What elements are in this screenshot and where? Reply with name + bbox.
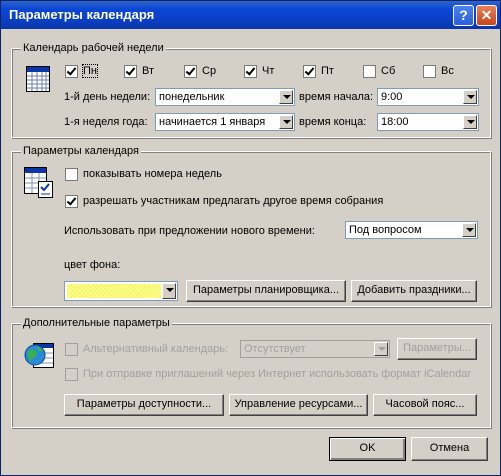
advanced-options-legend: Дополнительные параметры	[21, 317, 172, 329]
calendar-options-group: Параметры календаря показывать номера не…	[11, 145, 491, 307]
start-time-value: 9:00	[381, 91, 403, 103]
work-week-legend: Календарь рабочей недели	[21, 42, 166, 54]
end-time-select[interactable]: 18:00	[377, 113, 479, 131]
first-week-label: 1-я неделя года:	[64, 116, 148, 128]
scheduler-options-button[interactable]: Параметры планировщика...	[186, 280, 346, 302]
chevron-down-icon	[463, 115, 477, 129]
allow-propose-checkbox[interactable]	[65, 195, 78, 208]
first-day-label: 1-й день недели:	[64, 91, 151, 103]
first-week-value: начинается 1 января	[159, 116, 266, 128]
window-title: Параметры календаря	[9, 7, 155, 22]
day-checkbox-tue[interactable]	[124, 65, 137, 78]
calendar-options-dialog: Параметры календаря ? ✕ Календарь рабоче…	[0, 0, 501, 476]
day-checkbox-sat[interactable]	[363, 65, 376, 78]
day-label-sun: Вс	[441, 65, 454, 77]
chevron-down-icon	[279, 115, 293, 129]
day-label-sat: Сб	[381, 65, 396, 77]
allow-propose-label: разрешать участникам предлагать другое в…	[83, 195, 384, 207]
day-checkbox-thu[interactable]	[244, 65, 257, 78]
cancel-button[interactable]: Отмена	[411, 437, 488, 461]
day-label-fri: Пт	[321, 65, 334, 77]
day-checkbox-wed[interactable]	[184, 65, 197, 78]
alt-calendar-params-button[interactable]: Параметры...	[397, 338, 477, 360]
close-button[interactable]: ✕	[476, 5, 497, 26]
calendar-options-icon	[24, 167, 53, 198]
alt-calendar-label: Альтернативный календарь:	[83, 343, 229, 355]
day-checkbox-mon[interactable]	[65, 65, 78, 78]
propose-use-value: Под вопросом	[349, 224, 422, 236]
bg-color-select[interactable]	[64, 281, 178, 301]
start-time-label: время начала:	[299, 91, 374, 103]
first-day-value: понедельник	[159, 91, 225, 103]
title-bar: Параметры календаря ? ✕	[1, 1, 500, 29]
manage-resources-button[interactable]: Управление ресурсами...	[229, 394, 368, 416]
advanced-options-group: Дополнительные параметры Альтернативный …	[11, 317, 491, 428]
work-week-group: Календарь рабочей недели Пн Вт Ср Чт Пт …	[11, 42, 491, 138]
ok-button[interactable]: OK	[329, 437, 406, 461]
day-label-mon: Пн	[82, 64, 98, 78]
show-week-numbers-label: показывать номера недель	[83, 168, 222, 180]
chevron-down-icon	[279, 90, 293, 104]
chevron-down-icon	[463, 90, 477, 104]
first-week-select[interactable]: начинается 1 января	[155, 113, 295, 131]
first-day-select[interactable]: понедельник	[155, 88, 295, 106]
calendar-grid-icon	[26, 66, 50, 92]
day-label-wed: Ср	[202, 65, 217, 77]
propose-use-select[interactable]: Под вопросом	[345, 221, 478, 239]
chevron-down-icon	[162, 283, 176, 299]
icalendar-label: При отправке приглашений через Интернет …	[83, 368, 472, 380]
timezone-button[interactable]: Часовой пояс...	[373, 394, 477, 416]
bg-color-swatch	[67, 284, 161, 298]
alt-calendar-value: Отсутствует	[244, 343, 306, 355]
alt-calendar-select[interactable]: Отсутствует	[240, 340, 390, 358]
add-holidays-button[interactable]: Добавить праздники...	[351, 280, 477, 302]
show-week-numbers-checkbox[interactable]	[65, 168, 78, 181]
propose-use-label: Использовать при предложении нового врем…	[64, 225, 315, 237]
availability-options-button[interactable]: Параметры доступности...	[64, 394, 224, 416]
calendar-options-legend: Параметры календаря	[21, 145, 141, 157]
day-label-thu: Чт	[262, 65, 275, 77]
end-time-value: 18:00	[381, 116, 409, 128]
alt-calendar-checkbox[interactable]	[65, 343, 78, 356]
day-checkbox-sun[interactable]	[423, 65, 436, 78]
start-time-select[interactable]: 9:00	[377, 88, 479, 106]
day-checkbox-fri[interactable]	[303, 65, 316, 78]
chevron-down-icon	[462, 223, 476, 237]
bg-color-label: цвет фона:	[64, 259, 121, 271]
globe-calendar-icon	[24, 343, 54, 368]
end-time-label: время конца:	[299, 116, 367, 128]
help-button[interactable]: ?	[453, 5, 474, 26]
day-label-tue: Вт	[142, 65, 155, 77]
chevron-down-icon	[374, 342, 388, 356]
icalendar-checkbox[interactable]	[65, 368, 78, 381]
